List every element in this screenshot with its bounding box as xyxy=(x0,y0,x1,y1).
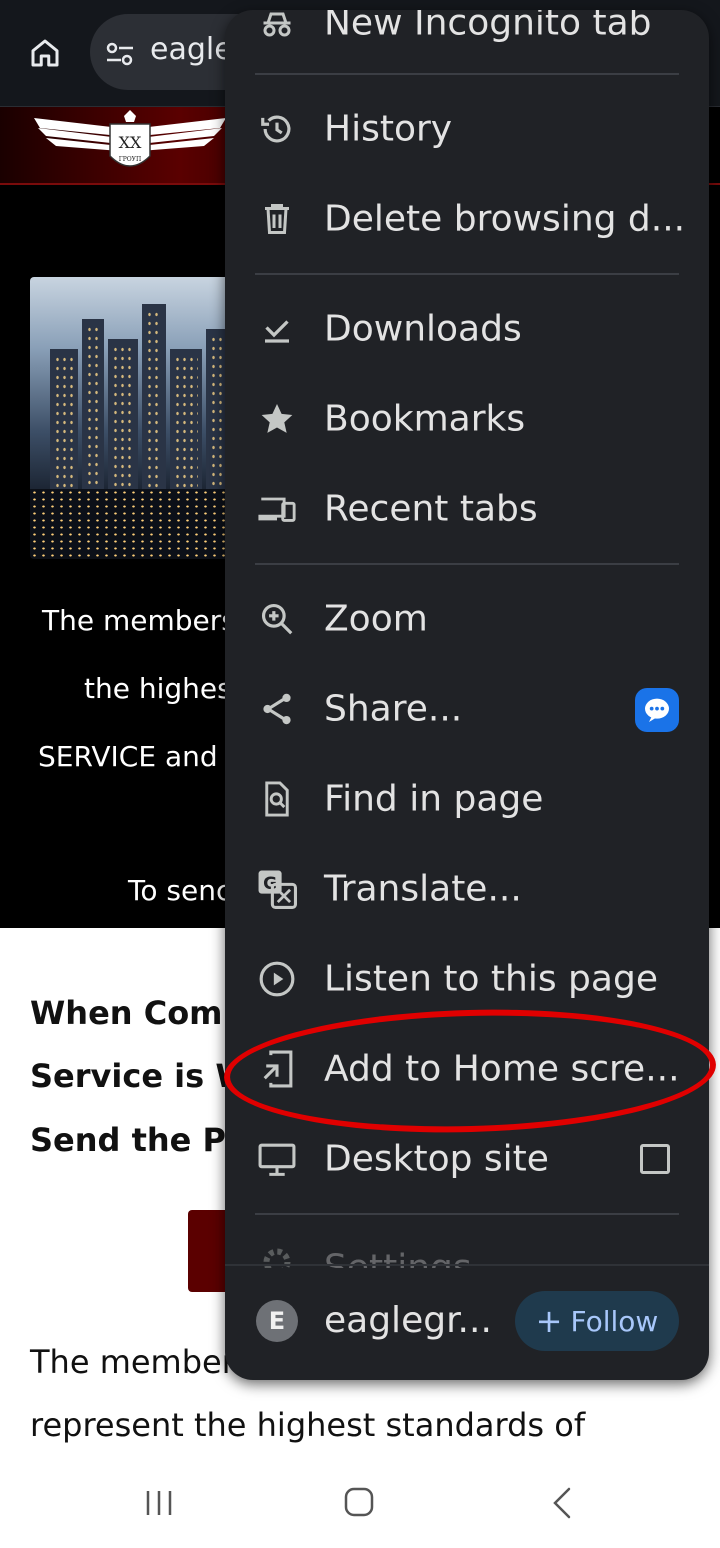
heading-line: When Compl xyxy=(30,994,257,1032)
follow-button[interactable]: + Follow xyxy=(515,1291,679,1351)
body-text-line: represent the highest standards of xyxy=(30,1406,586,1444)
home-icon xyxy=(31,39,59,67)
menu-item-label: Share... xyxy=(324,688,463,730)
menu-divider xyxy=(255,273,679,275)
menu-footer-divider xyxy=(225,1264,709,1266)
menu-item-label: Recent tabs xyxy=(324,488,538,530)
recents-icon[interactable] xyxy=(143,1488,175,1518)
url-text[interactable]: eagle xyxy=(150,32,233,67)
menu-item-label: Bookmarks xyxy=(324,398,526,440)
star-icon xyxy=(257,399,297,439)
body-text-line: The members xyxy=(30,1343,252,1381)
menu-item-bookmarks[interactable]: Bookmarks xyxy=(225,374,709,464)
menu-item-label: New Incognito tab xyxy=(324,10,652,44)
menu-item-label: Translate... xyxy=(324,868,522,910)
menu-item-zoom[interactable]: Zoom xyxy=(225,574,709,664)
menu-item-history[interactable]: History xyxy=(225,84,709,174)
download-check-icon xyxy=(257,309,297,349)
footer-site-name: eaglegr... xyxy=(324,1300,492,1341)
share-icon xyxy=(257,689,297,729)
menu-item-label: Desktop site xyxy=(324,1138,549,1180)
intro-text-line: the highes xyxy=(84,672,232,705)
menu-item-new-incognito-tab[interactable]: New Incognito tab xyxy=(225,10,709,68)
menu-item-recent-tabs[interactable]: Recent tabs xyxy=(225,464,709,554)
avatar-letter: E xyxy=(268,1307,286,1335)
messages-share-icon[interactable] xyxy=(635,688,679,732)
menu-divider xyxy=(255,73,679,75)
menu-divider xyxy=(255,1213,679,1215)
incognito-icon xyxy=(257,10,297,43)
menu-item-share[interactable]: Share... xyxy=(225,664,709,754)
back-icon[interactable] xyxy=(550,1486,574,1520)
intro-text-line: SERVICE and xyxy=(38,740,218,773)
play-circle-icon xyxy=(257,959,297,999)
follow-label: Follow xyxy=(570,1304,659,1338)
tune-icon[interactable] xyxy=(104,40,136,68)
eagle-crest-logo[interactable]: XX ГРОУП xyxy=(30,106,230,182)
home-button[interactable] xyxy=(18,30,72,76)
menu-item-find-in-page[interactable]: Find in page xyxy=(225,754,709,844)
desktop-icon xyxy=(257,1139,297,1179)
menu-item-label: Delete browsing d... xyxy=(324,198,686,240)
trash-icon xyxy=(257,199,297,239)
svg-text:ГРОУП: ГРОУП xyxy=(119,156,142,163)
svg-text:XX: XX xyxy=(119,133,142,152)
devices-icon xyxy=(257,489,297,529)
zoom-in-icon xyxy=(257,599,297,639)
menu-item-label: History xyxy=(324,108,453,150)
home-nav-icon[interactable] xyxy=(343,1486,375,1518)
menu-item-delete-browsing-data[interactable]: Delete browsing d... xyxy=(225,174,709,264)
heading-line: Service is W xyxy=(30,1057,251,1095)
menu-item-label: Listen to this page xyxy=(324,958,658,1000)
menu-item-settings[interactable]: Settings xyxy=(225,1224,709,1268)
menu-divider xyxy=(255,563,679,565)
overflow-menu: New Incognito tab History Delete browsin… xyxy=(225,10,709,1380)
menu-item-downloads[interactable]: Downloads xyxy=(225,284,709,374)
plus-icon: + xyxy=(535,1302,563,1340)
desktop-site-checkbox[interactable] xyxy=(640,1144,670,1174)
menu-item-label: Zoom xyxy=(324,598,428,640)
menu-item-translate[interactable]: G Translate... xyxy=(225,844,709,934)
menu-footer-site: E eaglegr... + Follow xyxy=(225,1276,709,1366)
menu-item-label: Find in page xyxy=(324,778,544,820)
history-icon xyxy=(257,109,297,149)
intro-text-line: To senc xyxy=(128,874,232,907)
find-in-page-icon xyxy=(257,779,297,819)
intro-text-line: The members xyxy=(42,604,236,637)
menu-item-label: Downloads xyxy=(324,308,522,350)
site-avatar: E xyxy=(256,1300,298,1342)
translate-icon: G xyxy=(257,869,297,909)
